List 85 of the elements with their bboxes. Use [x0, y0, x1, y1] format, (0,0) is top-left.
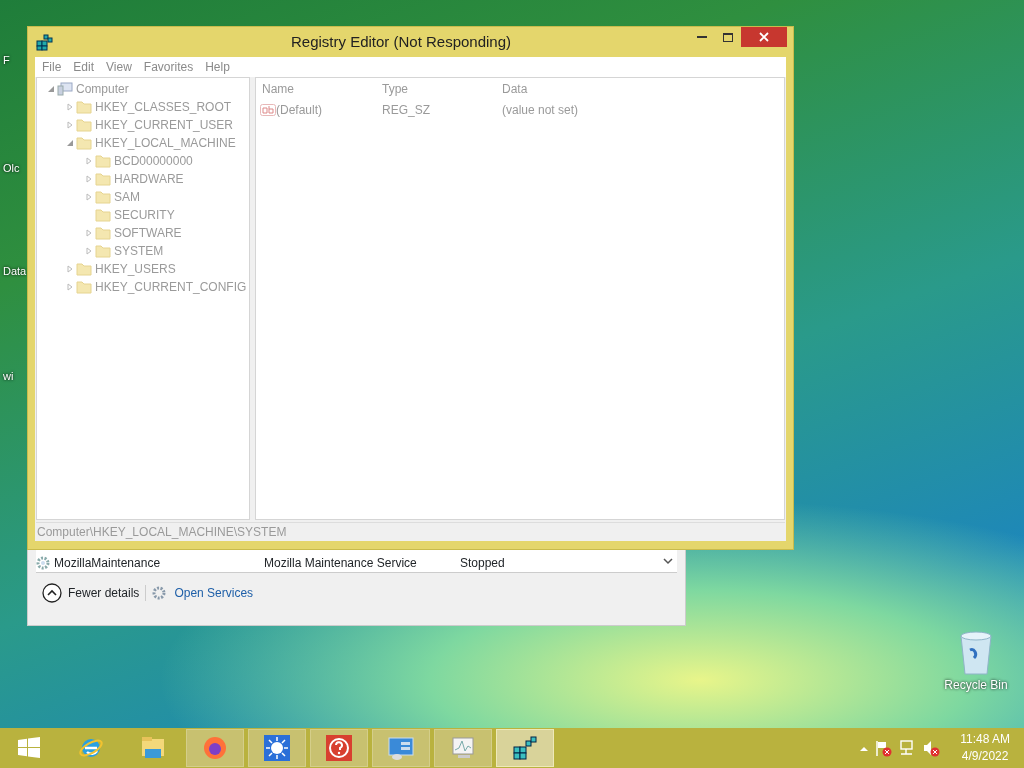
tree-item[interactable]: SECURITY — [114, 206, 175, 224]
flag-icon[interactable] — [874, 739, 893, 757]
expanded-arrow-icon[interactable] — [66, 139, 74, 147]
menu-item[interactable]: Edit — [67, 58, 101, 76]
taskbar-button[interactable] — [310, 729, 368, 767]
folder-icon — [140, 735, 166, 761]
tree-item[interactable]: BCD00000000 — [114, 152, 193, 170]
gear-icon — [36, 556, 50, 570]
folder-icon — [76, 280, 92, 294]
column-header[interactable]: Data — [502, 80, 702, 98]
tree-item[interactable]: SOFTWARE — [114, 224, 182, 242]
folder-icon — [95, 226, 111, 240]
collapsed-arrow-icon[interactable] — [85, 175, 93, 183]
table-cell-text: (Default) — [276, 102, 322, 119]
fewer-details-button[interactable]: Fewer details — [42, 583, 140, 603]
column-header[interactable]: Type — [382, 80, 502, 98]
help-icon — [326, 735, 352, 761]
taskbar-button[interactable] — [496, 729, 554, 767]
folder-icon — [76, 118, 92, 132]
menu-item[interactable]: View — [100, 58, 138, 76]
maximize-icon — [723, 32, 733, 42]
collapsed-arrow-icon[interactable] — [66, 265, 74, 273]
table-cell-text: MozillaMaintenance — [53, 555, 162, 572]
cubes-icon — [512, 735, 538, 761]
folder-icon — [95, 172, 111, 186]
collapsed-arrow-icon[interactable] — [66, 103, 74, 111]
cubes-icon — [35, 33, 53, 51]
desktop-icon-label[interactable]: F — [0, 52, 27, 69]
tree-item[interactable]: SYSTEM — [114, 242, 164, 260]
desktop-icon-label[interactable]: Recycle Bin — [940, 676, 1012, 694]
tree-item[interactable]: Computer — [76, 80, 129, 98]
collapsed-arrow-icon[interactable] — [85, 229, 93, 237]
close-icon — [759, 32, 769, 42]
menu-item[interactable]: Help — [199, 58, 236, 76]
collapsed-arrow-icon[interactable] — [85, 157, 93, 165]
taskbar-button[interactable] — [186, 729, 244, 767]
column-header[interactable]: Name — [262, 80, 382, 98]
open-services-link[interactable]: Open Services — [174, 584, 254, 602]
close-button[interactable] — [741, 27, 787, 47]
monitor-icon — [450, 735, 476, 761]
control-panel-icon — [388, 735, 414, 761]
sun-icon — [264, 735, 290, 761]
window-title: Registry Editor (Not Responding) — [289, 31, 513, 52]
expanded-arrow-icon[interactable] — [47, 85, 55, 93]
clock-date[interactable]: 4/9/2022 — [960, 748, 1010, 765]
table-cell-text: Mozilla Maintenance Service — [264, 555, 418, 572]
taskbar-button[interactable] — [372, 729, 430, 767]
tree-item[interactable]: HARDWARE — [114, 170, 184, 188]
windows-logo-icon — [16, 735, 42, 761]
tree-item[interactable]: HKEY_CURRENT_CONFIG — [95, 278, 247, 296]
collapsed-arrow-icon[interactable] — [66, 283, 74, 291]
collapse-icon — [42, 583, 62, 603]
folder-icon — [95, 154, 111, 168]
string-value-icon — [260, 103, 276, 117]
folder-icon — [76, 100, 92, 114]
tree-item[interactable]: SAM — [114, 188, 140, 206]
tree-item[interactable]: HKEY_LOCAL_MACHINE — [95, 134, 236, 152]
folder-icon — [76, 136, 92, 150]
collapsed-arrow-icon[interactable] — [85, 247, 93, 255]
desktop-icon-label[interactable]: Olc — [0, 160, 27, 177]
menu-item[interactable]: Favorites — [137, 58, 200, 76]
computer-icon — [57, 82, 73, 96]
desktop-icon-label[interactable]: wi — [0, 368, 27, 385]
taskbar-button[interactable] — [248, 729, 306, 767]
status-bar: Computer\HKEY_LOCAL_MACHINE\SYSTEM — [36, 522, 785, 541]
folder-icon — [95, 190, 111, 204]
tree-item[interactable]: HKEY_CURRENT_USER — [95, 116, 234, 134]
folder-icon — [76, 262, 92, 276]
recycle-bin-icon[interactable] — [958, 630, 994, 676]
table-cell-text: REG_SZ — [382, 102, 431, 119]
clock-time[interactable]: 11:48 AM — [960, 731, 1010, 748]
collapsed-arrow-icon[interactable] — [85, 193, 93, 201]
collapsed-arrow-icon[interactable] — [66, 121, 74, 129]
minimize-icon — [697, 36, 707, 38]
table-cell-text: (value not set) — [502, 102, 579, 119]
menu-item[interactable]: File — [36, 58, 68, 76]
folder-icon — [95, 244, 111, 258]
desktop-icon-label[interactable]: Data — [0, 263, 27, 280]
show-hidden-icons-icon[interactable] — [860, 745, 869, 751]
scroll-down-icon[interactable] — [663, 557, 673, 565]
tree-item[interactable]: HKEY_USERS — [95, 260, 176, 278]
table-cell-text: Stopped — [460, 555, 505, 572]
speaker-muted-icon[interactable] — [922, 739, 941, 757]
folder-icon — [95, 208, 111, 222]
tree-item[interactable]: HKEY_CLASSES_ROOT — [95, 98, 232, 116]
